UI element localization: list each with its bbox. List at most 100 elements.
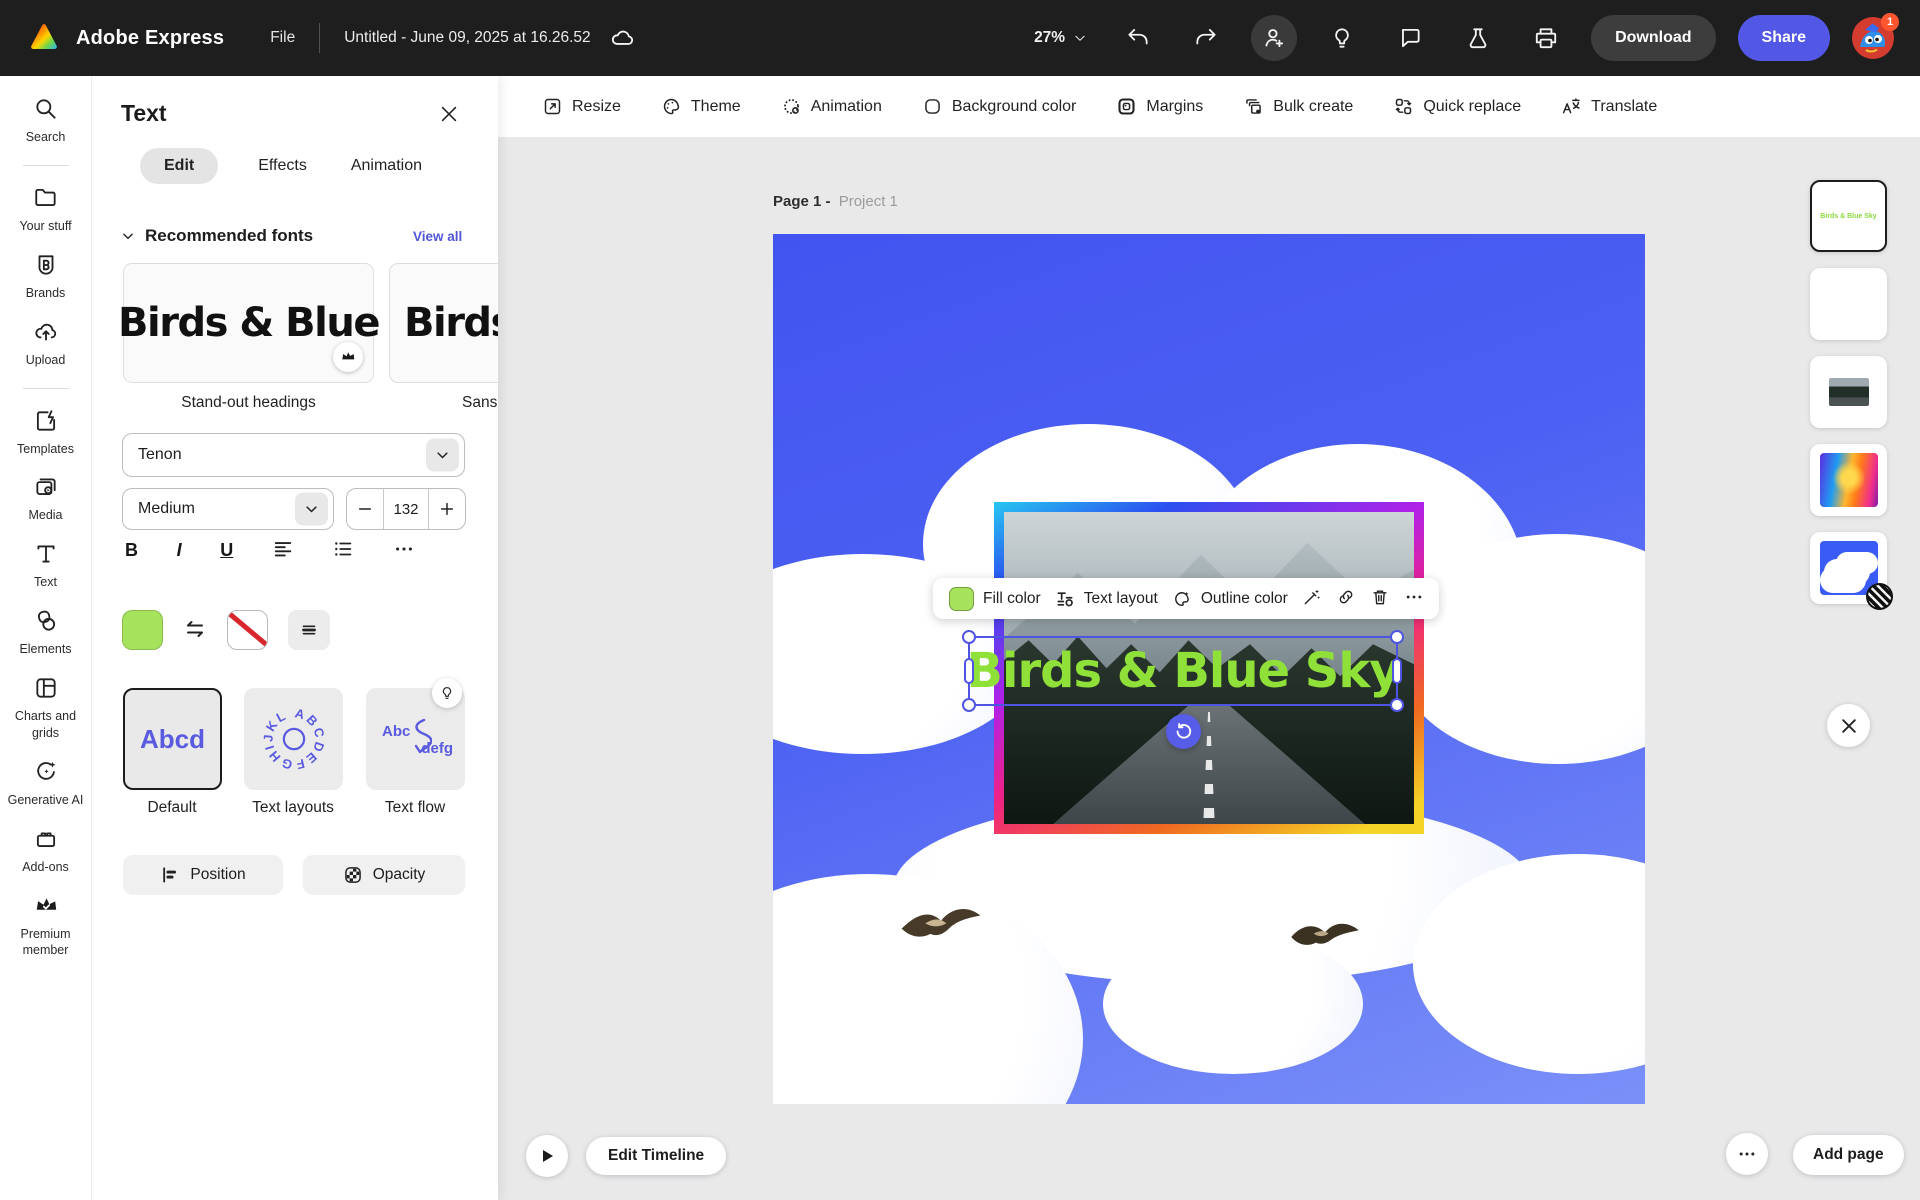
- rotate-handle[interactable]: [1166, 714, 1201, 749]
- position-button[interactable]: Position: [123, 855, 283, 895]
- resize-button[interactable]: Resize: [542, 96, 621, 117]
- link-button[interactable]: [1336, 587, 1356, 610]
- page-thumbnail-5[interactable]: [1810, 532, 1887, 604]
- translate-button[interactable]: Translate: [1561, 96, 1657, 117]
- share-button[interactable]: Share: [1738, 15, 1830, 61]
- outline-none-swatch[interactable]: [227, 610, 268, 650]
- sidebar-item-search[interactable]: Search: [0, 96, 91, 146]
- alignment-button[interactable]: [272, 538, 294, 563]
- sidebar-item-charts-and-grids[interactable]: Charts and grids: [0, 675, 91, 742]
- comments-button[interactable]: [1387, 15, 1433, 61]
- file-menu[interactable]: File: [270, 29, 295, 47]
- premium-crown-icon: [33, 893, 59, 919]
- beta-features-button[interactable]: [1455, 15, 1501, 61]
- trash-icon: [1370, 587, 1390, 607]
- undo-button[interactable]: [1115, 15, 1161, 61]
- cloud-sync-button[interactable]: [609, 25, 635, 51]
- background-color-button[interactable]: Background color: [922, 96, 1077, 117]
- close-icon: [438, 103, 460, 125]
- style-card-text-layouts[interactable]: ABCDEFGHIJKL: [244, 688, 343, 790]
- page-more-options-button[interactable]: [1726, 1133, 1768, 1175]
- artboard-headline-text[interactable]: Birds & Blue Sky: [966, 643, 1399, 699]
- more-options-button[interactable]: [1404, 587, 1424, 610]
- panel-close-button[interactable]: [438, 103, 460, 128]
- more-format-options-button[interactable]: [393, 538, 415, 563]
- increase-font-size-button[interactable]: [429, 489, 465, 529]
- page-thumbnail-4[interactable]: [1810, 444, 1887, 516]
- tab-edit[interactable]: Edit: [140, 148, 218, 184]
- edit-timeline-button[interactable]: Edit Timeline: [586, 1137, 726, 1175]
- quick-replace-button[interactable]: Quick replace: [1393, 96, 1521, 117]
- font-card-sans[interactable]: Birds: [389, 263, 498, 383]
- fill-color-button[interactable]: Fill color: [949, 587, 1041, 611]
- animation-button[interactable]: Animation: [781, 96, 882, 117]
- swap-colors-button[interactable]: [183, 617, 207, 644]
- suggestion-bulb-badge[interactable]: [432, 678, 462, 708]
- sidebar-item-add-ons[interactable]: Add-ons: [0, 826, 91, 876]
- bird-element[interactable]: [899, 902, 983, 950]
- text-layout-button[interactable]: Text layout: [1055, 589, 1158, 609]
- sidebar-item-text[interactable]: Text: [0, 541, 91, 591]
- font-card-stand-out[interactable]: Birds & Blue: [123, 263, 374, 383]
- page-thumbnail-1[interactable]: Birds & Blue Sky: [1810, 180, 1887, 252]
- sidebar-item-premium[interactable]: Premium member: [0, 893, 91, 960]
- ideas-button[interactable]: [1319, 15, 1365, 61]
- bird-element[interactable]: [1289, 916, 1361, 958]
- zoom-control[interactable]: 27%: [1034, 29, 1087, 47]
- resize-handle-bottom-left[interactable]: [962, 698, 976, 712]
- sidebar-item-your-stuff[interactable]: Your stuff: [0, 185, 91, 235]
- page-thumbnail-3[interactable]: [1810, 356, 1887, 428]
- underline-button[interactable]: U: [220, 540, 233, 561]
- document-toolbar: Resize Theme Animation Background color …: [498, 76, 1920, 137]
- redo-button[interactable]: [1183, 15, 1229, 61]
- page-thumbnail-2[interactable]: [1810, 268, 1887, 340]
- spacing-button[interactable]: [288, 610, 330, 650]
- bold-button[interactable]: B: [125, 540, 138, 561]
- sidebar-item-brands[interactable]: Brands: [0, 252, 91, 302]
- font-size-value[interactable]: 132: [384, 501, 428, 518]
- account-avatar[interactable]: 1: [1852, 17, 1894, 59]
- bulk-create-button[interactable]: Bulk create: [1243, 96, 1353, 117]
- font-weight-select[interactable]: Medium: [122, 488, 334, 530]
- tab-effects[interactable]: Effects: [254, 148, 311, 184]
- style-wand-button[interactable]: [1302, 587, 1322, 610]
- adobe-express-logo[interactable]: [26, 22, 62, 54]
- resize-handle-bottom-right[interactable]: [1390, 698, 1404, 712]
- top-bar: Adobe Express File Untitled - June 09, 2…: [0, 0, 1920, 76]
- close-pages-panel-button[interactable]: [1827, 704, 1870, 747]
- decrease-font-size-button[interactable]: [347, 489, 383, 529]
- play-button[interactable]: [526, 1135, 568, 1177]
- resize-handle-top-left[interactable]: [962, 630, 976, 644]
- resize-handle-left[interactable]: [964, 658, 974, 684]
- list-button[interactable]: [332, 538, 354, 563]
- sidebar-item-generative-ai[interactable]: Generative AI: [0, 759, 91, 809]
- resize-handle-top-right[interactable]: [1390, 630, 1404, 644]
- font-card-caption: Stand-out headings: [123, 394, 374, 412]
- delete-button[interactable]: [1370, 587, 1390, 610]
- sidebar-label: Search: [3, 129, 89, 146]
- italic-button[interactable]: I: [177, 540, 182, 561]
- theme-button[interactable]: Theme: [661, 96, 741, 117]
- sidebar-item-upload[interactable]: Upload: [0, 319, 91, 369]
- style-card-default[interactable]: Abcd: [123, 688, 222, 790]
- margins-button[interactable]: Margins: [1116, 96, 1203, 117]
- download-button[interactable]: Download: [1591, 15, 1715, 61]
- text-color-swatch[interactable]: [122, 610, 163, 650]
- add-page-button[interactable]: Add page: [1793, 1135, 1904, 1175]
- position-icon: [160, 865, 180, 885]
- outline-color-button[interactable]: Outline color: [1172, 589, 1288, 609]
- text-selection-box[interactable]: Birds & Blue Sky: [968, 636, 1398, 706]
- opacity-button[interactable]: Opacity: [303, 855, 465, 895]
- sidebar-item-media[interactable]: Media: [0, 474, 91, 524]
- recommended-fonts-header[interactable]: Recommended fonts: [121, 226, 313, 246]
- print-button[interactable]: [1523, 15, 1569, 61]
- invite-collaborators-button[interactable]: [1251, 15, 1297, 61]
- sidebar-item-elements[interactable]: Elements: [0, 608, 91, 658]
- transparency-badge: [1866, 583, 1893, 610]
- sidebar-item-templates[interactable]: Templates: [0, 408, 91, 458]
- view-all-link[interactable]: View all: [413, 229, 462, 244]
- lightbulb-icon: [439, 685, 455, 701]
- resize-handle-right[interactable]: [1392, 658, 1402, 684]
- font-family-select[interactable]: Tenon: [122, 433, 465, 477]
- tab-animation[interactable]: Animation: [347, 148, 426, 184]
